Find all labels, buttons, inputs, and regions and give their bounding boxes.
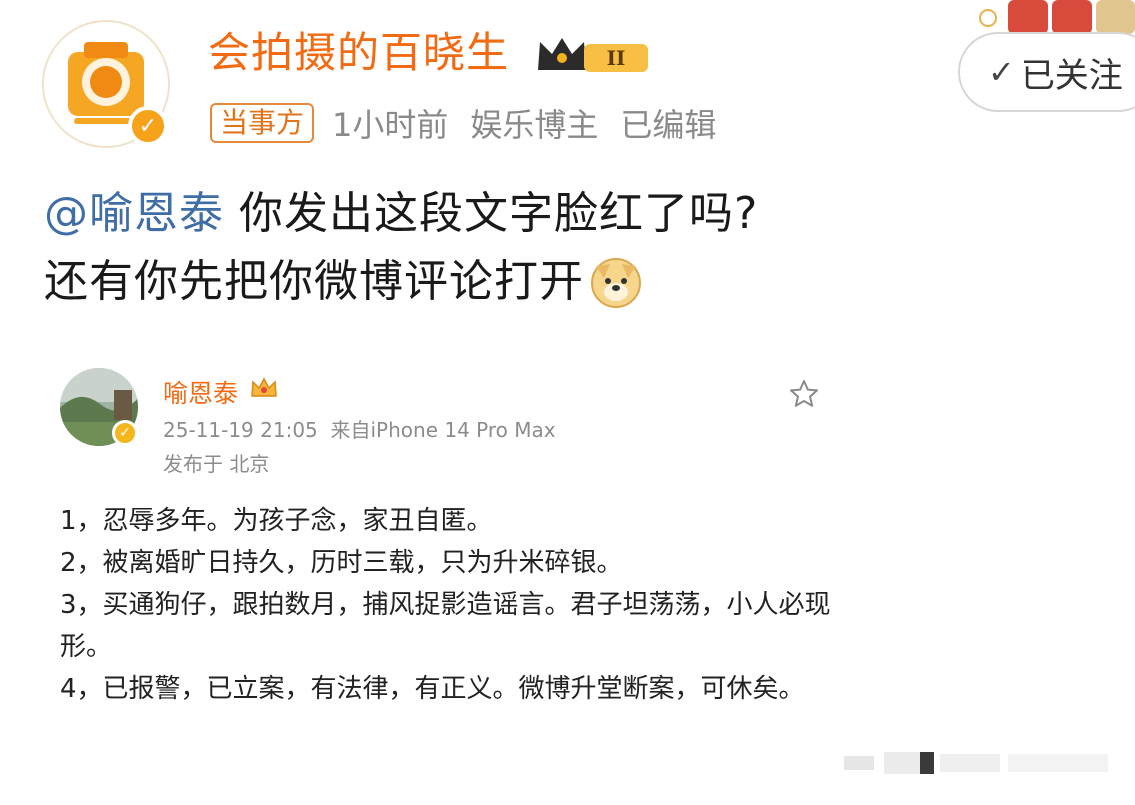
author-name[interactable]: 会拍摄的百晓生 [208, 28, 509, 78]
follow-label: 已关注 [1020, 55, 1123, 96]
favorite-star-icon[interactable] [788, 378, 820, 414]
follow-button[interactable]: ✓ 已关注 [958, 32, 1135, 112]
check-icon: ✓ [988, 53, 1015, 91]
quoted-verified-icon: ✓ [112, 420, 138, 446]
vip-crown-badge-icon[interactable]: II [534, 32, 652, 82]
verified-badge-icon: ✓ [128, 106, 168, 146]
quoted-meta: 25-11-19 21:05 来自iPhone 14 Pro Max [163, 414, 556, 443]
party-tag: 当事方 [210, 103, 315, 143]
mention-link[interactable]: @喻恩泰 [44, 188, 224, 239]
post-meta: 当事方 1小时前 娱乐博主 已编辑 [210, 100, 716, 146]
quoted-datetime: 25-11-19 21:05 [163, 418, 318, 442]
quoted-body: 1，忍辱多年。为孩子念，家丑自匿。 2，被离婚旷日持久，历时三载，只为升米碎银。… [60, 500, 840, 710]
vip-level: II [607, 46, 626, 70]
edited-label: 已编辑 [620, 106, 717, 144]
quoted-line-1: 1，忍辱多年。为孩子念，家丑自匿。 [60, 506, 493, 536]
author-type: 娱乐博主 [470, 106, 599, 144]
post-time: 1小时前 [332, 106, 449, 144]
quoted-location: 发布于 北京 [163, 452, 270, 476]
quoted-line-3: 3，买通狗仔，跟拍数月，捕风捉影造谣言。君子坦荡荡，小人必现形。 [60, 590, 831, 662]
post-text-line-2: 还有你先把你微博评论打开 [44, 256, 584, 307]
quoted-line-4: 4，已报警，已立案，有法律，有正义。微博升堂断案，可休矣。 [60, 674, 805, 704]
quoted-source: 来自iPhone 14 Pro Max [330, 418, 556, 442]
watermark-icon [844, 748, 1114, 782]
post-content: @喻恩泰 你发出这段文字脸红了吗? 还有你先把你微博评论打开 [44, 180, 944, 328]
quoted-author-name[interactable]: 喻恩泰 [163, 374, 238, 410]
quoted-line-2: 2，被离婚旷日持久，历时三载，只为升米碎银。 [60, 548, 623, 578]
post-text-line-1: 你发出这段文字脸红了吗? [224, 188, 759, 239]
crown-badge-icon [250, 376, 278, 404]
doge-emoji-icon [590, 256, 642, 328]
